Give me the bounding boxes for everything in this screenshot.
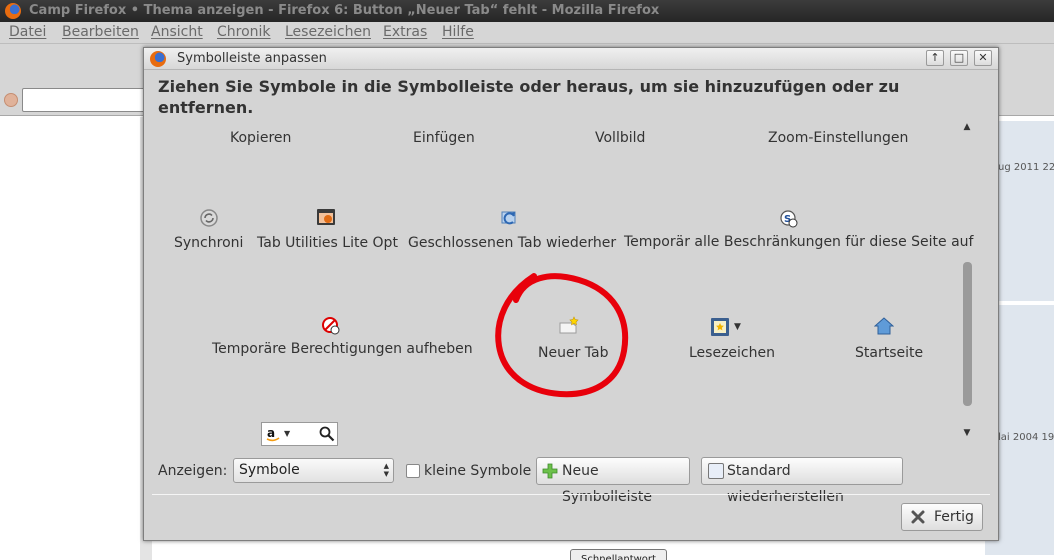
undo-close-tab-icon bbox=[501, 211, 516, 225]
search-widget[interactable]: a ▼ bbox=[261, 422, 338, 446]
menu-hilfe[interactable]: Hilfe bbox=[442, 24, 474, 40]
red-highlight-circle bbox=[495, 273, 629, 398]
show-label: Anzeigen: bbox=[158, 463, 228, 479]
palette-item-label: Lesezeichen bbox=[689, 345, 775, 361]
bookmarks-dropdown-arrow-icon: ▼ bbox=[734, 322, 741, 332]
palette-item-label: Einfügen bbox=[413, 130, 475, 146]
restore-default-button[interactable]: Standard wiederherstellen bbox=[701, 457, 903, 505]
menu-ansicht[interactable]: Ansicht bbox=[151, 24, 203, 40]
palette-item-vollbild[interactable]: Vollbild bbox=[595, 130, 645, 146]
palette-item-kopieren[interactable]: Kopieren bbox=[230, 130, 291, 146]
menubar: Datei Bearbeiten Ansicht Chronik Lesezei… bbox=[0, 22, 1054, 44]
window-title: Camp Firefox • Thema anzeigen - Firefox … bbox=[29, 3, 660, 18]
palette-item-label: Kopieren bbox=[230, 130, 292, 146]
palette-item-zoom[interactable]: Zoom-Einstellungen bbox=[768, 130, 908, 146]
new-toolbar-label: Neue Symbolleiste bbox=[562, 463, 652, 505]
instructions-text: Ziehen Sie Symbole in die Symbolleiste o… bbox=[158, 77, 900, 117]
restore-icon bbox=[708, 463, 724, 479]
palette-item-einfuegen[interactable]: Einfügen bbox=[413, 130, 475, 146]
palette-item-label: Temporäre Berechtigungen aufheben bbox=[212, 341, 473, 357]
maximize-icon[interactable]: □ bbox=[950, 50, 968, 66]
search-icon[interactable] bbox=[319, 426, 335, 442]
new-toolbar-button[interactable]: Neue Symbolleiste bbox=[536, 457, 690, 505]
palette-item-label: Tab Utilities Lite Opt bbox=[257, 235, 398, 251]
svg-text:a: a bbox=[267, 426, 275, 440]
menu-bearbeiten[interactable]: Bearbeiten bbox=[62, 24, 139, 40]
engine-dropdown-arrow-icon[interactable]: ▼ bbox=[284, 429, 290, 438]
close-x-icon bbox=[911, 510, 925, 524]
palette-item-label: Startseite bbox=[855, 345, 924, 361]
window-titlebar: Camp Firefox • Thema anzeigen - Firefox … bbox=[0, 0, 1054, 22]
home-icon bbox=[874, 317, 894, 335]
scroll-down-arrow-icon[interactable]: ▼ bbox=[960, 426, 974, 440]
dialog-titlebar[interactable]: Symbolleiste anpassen ↑ □ ✕ bbox=[144, 48, 998, 70]
background-quick-reply-button[interactable]: Schnellantwort bbox=[570, 549, 667, 560]
scroll-thumb[interactable] bbox=[963, 262, 972, 406]
menu-datei[interactable]: Datei bbox=[9, 24, 46, 40]
menu-chronik[interactable]: Chronik bbox=[217, 24, 271, 40]
small-icons-label[interactable]: kleine Symbole bbox=[424, 463, 531, 479]
url-bar[interactable] bbox=[22, 88, 152, 112]
minimize-up-icon[interactable]: ↑ bbox=[926, 50, 944, 66]
done-button[interactable]: Fertig bbox=[901, 503, 983, 531]
palette-item-home[interactable]: Startseite bbox=[855, 345, 923, 361]
add-icon bbox=[542, 463, 558, 479]
firefox-logo-icon bbox=[5, 3, 21, 19]
palette-item-label: Synchroni bbox=[174, 235, 244, 251]
separator bbox=[152, 494, 990, 495]
palette-item-label: Vollbild bbox=[595, 130, 646, 146]
palette-item-temp-allow-all[interactable]: Temporär alle Beschränkungen für diese S… bbox=[624, 234, 973, 250]
background-post-date: lai 2004 19 bbox=[998, 432, 1054, 443]
show-mode-value: Symbole bbox=[239, 462, 300, 478]
options-row: Anzeigen: Symbole ▲ ▼ kleine Symbole Neue… bbox=[144, 456, 998, 505]
background-post-date: ug 2011 22 bbox=[998, 162, 1054, 173]
close-icon[interactable]: ✕ bbox=[974, 50, 992, 66]
menu-extras[interactable]: Extras bbox=[383, 24, 427, 40]
menu-lesezeichen[interactable]: Lesezeichen bbox=[285, 24, 371, 40]
firefox-logo-icon bbox=[150, 51, 166, 67]
dialog-title: Symbolleiste anpassen bbox=[177, 51, 327, 66]
restore-label: Standard wiederherstellen bbox=[727, 463, 844, 505]
palette-item-label: Geschlossenen Tab wiederher bbox=[408, 235, 617, 251]
tab-utilities-icon bbox=[317, 209, 335, 225]
customize-toolbar-dialog: Symbolleiste anpassen ↑ □ ✕ Ziehen Sie S… bbox=[143, 47, 999, 541]
show-mode-select[interactable]: Symbole ▲ ▼ bbox=[233, 458, 394, 483]
palette-item-label: Temporär alle Beschränkungen für diese S… bbox=[624, 234, 974, 250]
sync-icon bbox=[200, 209, 218, 227]
palette-scrollbar[interactable]: ▲ ▼ bbox=[960, 120, 974, 442]
palette-item-sync[interactable]: Synchroni bbox=[174, 235, 243, 251]
amazon-engine-icon: a bbox=[266, 426, 280, 442]
revoke-permissions-icon bbox=[322, 317, 340, 335]
select-updown-icon: ▲ ▼ bbox=[383, 462, 389, 478]
noscript-temp-allow-icon: S bbox=[780, 210, 798, 228]
palette-item-undo-close-tab[interactable]: Geschlossenen Tab wiederher bbox=[408, 235, 616, 251]
palette-item-tab-utilities[interactable]: Tab Utilities Lite Opt bbox=[257, 235, 398, 251]
scroll-up-arrow-icon[interactable]: ▲ bbox=[960, 120, 974, 134]
done-label: Fertig bbox=[934, 509, 974, 525]
palette-item-bookmarks[interactable]: Lesezeichen bbox=[689, 345, 775, 361]
palette-item-label: Zoom-Einstellungen bbox=[768, 130, 909, 146]
small-icons-checkbox[interactable] bbox=[406, 464, 420, 478]
site-identity-icon[interactable] bbox=[4, 93, 18, 107]
palette-item-revoke-permissions[interactable]: Temporäre Berechtigungen aufheben bbox=[212, 341, 473, 357]
bookmarks-icon bbox=[711, 318, 729, 336]
